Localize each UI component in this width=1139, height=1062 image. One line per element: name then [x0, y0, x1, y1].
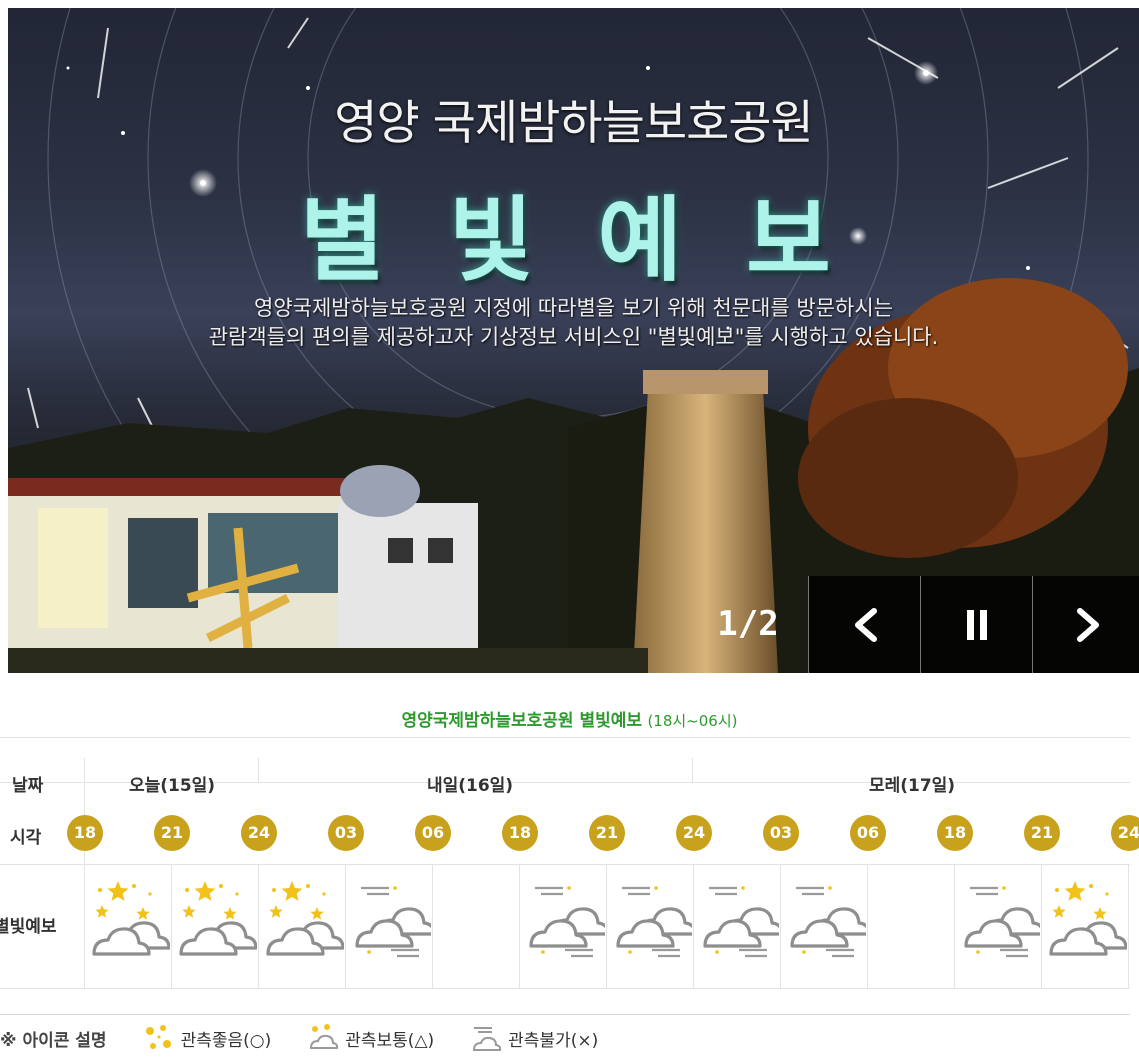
legend-item-good: 관측좋음(○) — [141, 1022, 272, 1056]
forecast-title-text: 영양국제밤하늘보호공원 별빛예보 — [401, 711, 643, 731]
icon-legend: ※ 아이콘 설명 관측좋음(○) 관측보통(△) 관측불가(×) — [0, 1014, 1130, 1062]
time-badge: 21 — [1024, 815, 1060, 851]
observation-good-icon — [145, 1024, 171, 1049]
day-label-tomorrow: 내일(16일) — [426, 776, 514, 796]
chevron-left-icon — [854, 607, 877, 642]
legend-item-impossible: 관측불가(×) — [468, 1022, 598, 1056]
row-label-time: 시각 — [10, 828, 42, 848]
time-badge: 18 — [67, 815, 103, 851]
pause-icon — [966, 609, 987, 640]
observation-good-icon — [175, 876, 258, 966]
legend-label: ※ 아이콘 설명 — [0, 1031, 107, 1051]
hero-description-line-1: 영양국제밤하늘보호공원 지정에 따라별을 보기 위해 천문대를 방문하시는 — [254, 296, 893, 320]
hero-description-line-2: 관람객들의 편의를 제공하고자 기상정보 서비스인 "별빛예보"를 시행하고 있… — [208, 325, 939, 349]
observation-good-icon — [1045, 876, 1128, 966]
legend-good-text: 관측좋음(○) — [180, 1031, 272, 1051]
slide-counter: 1/2 — [717, 604, 779, 644]
day-label-today: 오늘(15일) — [128, 776, 216, 796]
hero-subtitle: 영양 국제밤하늘보호공원 — [334, 96, 814, 151]
time-badge: 06 — [415, 815, 451, 851]
observation-impossible-icon — [610, 876, 697, 966]
observation-normal-icon — [310, 1023, 339, 1049]
time-badge: 06 — [850, 815, 886, 851]
observation-good-icon — [262, 876, 345, 966]
legend-item-normal: 관측보통(△) — [305, 1022, 434, 1056]
legend-normal-text: 관측보통(△) — [345, 1031, 435, 1051]
observation-impossible-icon — [473, 1026, 502, 1051]
observation-good-icon — [88, 876, 171, 966]
hero-banner: 영양 국제밤하늘보호공원 별 빛 예 보 영양국제밤하늘보호공원 지정에 따라별… — [8, 8, 1139, 673]
prev-slide-button[interactable] — [808, 576, 920, 673]
time-badge: 18 — [502, 815, 538, 851]
time-badge: 24 — [241, 815, 277, 851]
observation-impossible-icon — [958, 876, 1045, 966]
time-badge: 24 — [1111, 815, 1139, 851]
pause-slide-button[interactable] — [920, 576, 1032, 673]
observation-impossible-icon — [523, 876, 610, 966]
time-badge: 18 — [937, 815, 973, 851]
chevron-right-icon — [1076, 607, 1099, 642]
slider-controls: 1/2 — [688, 576, 1139, 673]
time-badge: 03 — [328, 815, 364, 851]
next-slide-button[interactable] — [1032, 576, 1139, 673]
row-label-date: 날짜 — [12, 776, 44, 796]
observation-impossible-icon — [784, 876, 871, 966]
legend-impossible-text: 관측불가(×) — [508, 1031, 599, 1051]
hero-title: 별 빛 예 보 — [300, 187, 847, 294]
day-label-day-after: 모레(17일) — [868, 776, 956, 796]
time-badge: 21 — [154, 815, 190, 851]
forecast-hours: (18시~06시) — [647, 712, 738, 730]
time-badge: 24 — [676, 815, 712, 851]
time-badge: 03 — [763, 815, 799, 851]
row-label-forecast: 별빛예보 — [0, 917, 57, 937]
time-badge: 21 — [589, 815, 625, 851]
observation-impossible-icon — [349, 876, 436, 966]
forecast-title: 영양국제밤하늘보호공원 별빛예보 (18시~06시) — [0, 706, 1139, 731]
observation-impossible-icon — [697, 876, 784, 966]
